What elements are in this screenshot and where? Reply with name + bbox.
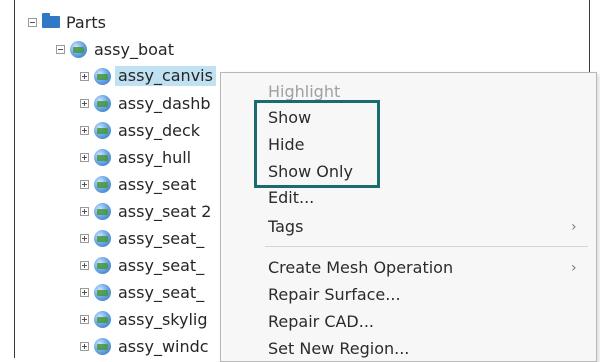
part-assembly-icon xyxy=(94,256,111,274)
tree-node-child[interactable]: assy_canvis xyxy=(80,64,216,88)
menu-item-set-new-region[interactable]: Set New Region... xyxy=(268,337,409,361)
submenu-arrow-icon: › xyxy=(571,219,577,235)
tree-node-child[interactable]: assy_hull xyxy=(80,145,191,169)
tree-node-label: assy_seat_ xyxy=(118,228,205,248)
part-assembly-icon xyxy=(94,148,111,166)
tree-node-label: assy_dashb xyxy=(118,93,211,113)
tree-node-label: assy_windc xyxy=(118,336,209,356)
part-assembly-icon xyxy=(94,283,111,301)
collapse-icon[interactable] xyxy=(56,44,65,54)
expand-icon[interactable] xyxy=(80,125,89,135)
tree-node-assy-boat[interactable]: assy_boat xyxy=(56,37,174,61)
tree-node-child[interactable]: assy_skylig xyxy=(80,307,208,331)
tree-node-child[interactable]: assy_windc xyxy=(80,334,209,358)
tree-node-child[interactable]: assy_deck xyxy=(80,118,200,142)
tree-node-label: assy_hull xyxy=(118,147,192,167)
part-assembly-icon xyxy=(94,175,111,193)
part-assembly-icon xyxy=(94,94,111,112)
tree-node-child[interactable]: assy_seat xyxy=(80,172,196,196)
expand-icon[interactable] xyxy=(80,179,89,189)
tree-node-label: assy_boat xyxy=(94,39,174,59)
menu-item-repair-cad[interactable]: Repair CAD... xyxy=(268,310,374,334)
menu-separator xyxy=(265,246,588,247)
part-assembly-icon xyxy=(94,310,111,328)
submenu-arrow-icon: › xyxy=(571,260,577,276)
expand-icon[interactable] xyxy=(80,314,89,324)
menu-item-edit[interactable]: Edit... xyxy=(268,186,314,210)
part-assembly-icon xyxy=(70,40,87,58)
tree-node-label-selected: assy_canvis xyxy=(115,66,216,86)
expand-icon[interactable] xyxy=(80,152,89,162)
part-assembly-icon xyxy=(94,202,111,220)
tree-node-label: assy_deck xyxy=(118,120,201,140)
expand-icon[interactable] xyxy=(80,206,89,216)
tree-node-label: assy_seat 2 xyxy=(118,201,212,221)
part-assembly-icon xyxy=(94,337,111,355)
tree-node-child[interactable]: assy_seat_ xyxy=(80,253,204,277)
collapse-icon[interactable] xyxy=(28,17,37,27)
part-assembly-icon xyxy=(94,229,111,247)
expand-icon[interactable] xyxy=(80,233,89,243)
expand-icon[interactable] xyxy=(80,341,89,351)
tree-node-label: assy_seat xyxy=(118,174,197,194)
folder-icon xyxy=(42,13,60,28)
tree-node-child[interactable]: assy_seat_ xyxy=(80,226,204,250)
menu-item-create-mesh-operation[interactable]: Create Mesh Operation xyxy=(268,256,453,280)
tree-node-label: assy_seat_ xyxy=(118,282,205,302)
tree-node-child[interactable]: assy_dashb xyxy=(80,91,211,115)
tree-node-child[interactable]: assy_seat_ xyxy=(80,280,204,304)
tree-node-child[interactable]: assy_seat 2 xyxy=(80,199,211,223)
tree-node-label: assy_seat_ xyxy=(118,255,205,275)
tree-node-label: assy_skylig xyxy=(118,309,208,329)
expand-icon[interactable] xyxy=(80,260,89,270)
tree-node-parts[interactable]: Parts xyxy=(28,10,106,34)
expand-icon[interactable] xyxy=(80,98,89,108)
part-assembly-icon xyxy=(94,67,111,85)
menu-item-tags[interactable]: Tags xyxy=(268,215,303,239)
menu-item-repair-surface[interactable]: Repair Surface... xyxy=(268,283,401,307)
tree-node-label: Parts xyxy=(66,12,106,32)
callout-highlight-box xyxy=(254,100,380,188)
expand-icon[interactable] xyxy=(80,287,89,297)
expand-icon[interactable] xyxy=(80,71,89,81)
part-assembly-icon xyxy=(94,121,111,139)
